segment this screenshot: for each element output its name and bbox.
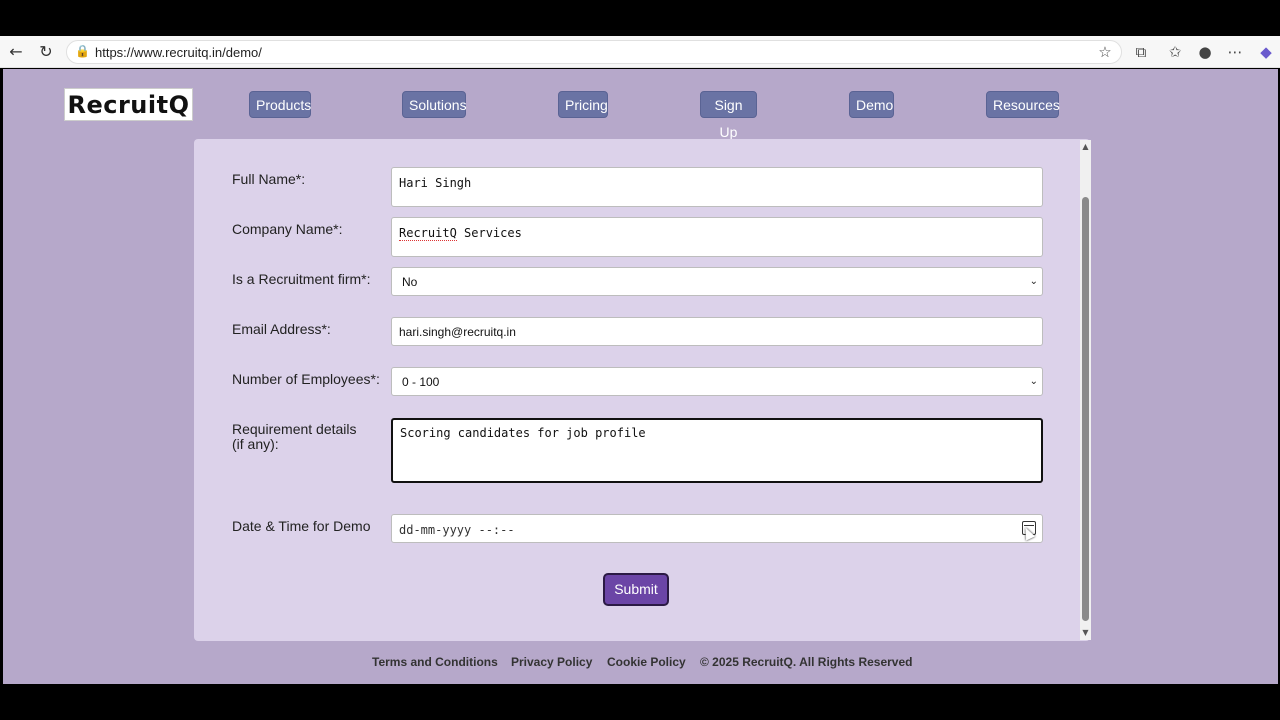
terms-link[interactable]: Terms and Conditions [372, 655, 498, 669]
full-name-label: Full Name*: [232, 171, 306, 187]
nav-demo[interactable]: Demo [849, 91, 894, 118]
submit-button[interactable]: Submit [603, 573, 669, 606]
reload-icon[interactable]: ↻ [36, 42, 56, 62]
page: RecruitQ Products Solutions Pricing Sign… [3, 69, 1278, 684]
scroll-up-icon[interactable]: ▲ [1081, 142, 1090, 152]
browser-toolbar: ← ↻ 🔒 https://www.recruitq.in/demo/ ☆ ⧉ … [0, 36, 1280, 68]
requirement-textarea[interactable]: Scoring candidates for job profile [391, 418, 1043, 483]
employees-select[interactable]: 0 - 100 ⌄ [391, 367, 1043, 396]
email-value: hari.singh@recruitq.in [399, 325, 516, 339]
copilot-icon[interactable]: ◆ [1256, 42, 1276, 62]
company-value: RecruitQ Services [399, 226, 522, 241]
address-bar[interactable]: 🔒 https://www.recruitq.in/demo/ [66, 40, 1122, 64]
form-scrollbar[interactable]: ▲ ▼ [1080, 140, 1091, 640]
full-name-value: Hari Singh [399, 176, 472, 190]
datetime-placeholder: dd-mm-yyyy --:-- [399, 523, 515, 537]
nav-products[interactable]: Products [249, 91, 311, 118]
puzzle-icon[interactable]: ⧉ [1131, 42, 1151, 62]
nav-resources[interactable]: Resources [986, 91, 1060, 118]
cookie-link[interactable]: Cookie Policy [607, 655, 686, 669]
company-label: Company Name*: [232, 221, 343, 237]
star-icon[interactable]: ☆ [1095, 42, 1115, 62]
chevron-down-icon: ⌄ [1029, 276, 1038, 287]
requirement-label: Requirement details (if any): [232, 421, 357, 452]
demo-form: Full Name*: Hari Singh Company Name*: Re… [194, 139, 1090, 641]
more-icon[interactable]: ⋯ [1225, 42, 1245, 62]
scroll-thumb[interactable] [1082, 197, 1089, 621]
lock-icon[interactable]: 🔒 [75, 44, 90, 60]
scroll-down-icon[interactable]: ▼ [1081, 628, 1090, 638]
logo[interactable]: RecruitQ [64, 88, 193, 121]
recruitment-firm-value: No [402, 275, 418, 289]
recruitment-firm-label: Is a Recruitment firm*: [232, 271, 371, 287]
requirement-value: Scoring candidates for job profile [400, 426, 646, 440]
recruitment-firm-select[interactable]: No ⌄ [391, 267, 1043, 296]
email-input[interactable]: hari.singh@recruitq.in [391, 317, 1043, 346]
nav-signup[interactable]: Sign Up [700, 91, 757, 140]
full-name-input[interactable]: Hari Singh [391, 167, 1043, 207]
nav-solutions[interactable]: Solutions [402, 91, 467, 118]
privacy-link[interactable]: Privacy Policy [511, 655, 592, 669]
datetime-label: Date & Time for Demo [232, 518, 371, 534]
email-label: Email Address*: [232, 321, 331, 337]
bottom-bezel [0, 684, 1280, 720]
company-value-word1: RecruitQ [399, 226, 457, 241]
employees-value: 0 - 100 [402, 375, 440, 389]
employees-label: Number of Employees*: [232, 371, 380, 387]
url-text[interactable]: https://www.recruitq.in/demo/ [95, 45, 262, 60]
back-arrow-icon[interactable]: ← [6, 42, 26, 62]
company-value-word2: Services [456, 226, 522, 240]
chevron-down-icon: ⌄ [1029, 376, 1038, 387]
favorites-icon[interactable]: ✩ [1165, 42, 1185, 62]
profile-icon[interactable]: ● [1195, 42, 1215, 62]
copyright-text: © 2025 RecruitQ. All Rights Reserved [700, 655, 913, 669]
top-bezel [0, 0, 1280, 36]
company-input[interactable]: RecruitQ Services [391, 217, 1043, 257]
nav-pricing[interactable]: Pricing [558, 91, 608, 118]
datetime-input[interactable]: dd-mm-yyyy --:-- [391, 514, 1043, 543]
